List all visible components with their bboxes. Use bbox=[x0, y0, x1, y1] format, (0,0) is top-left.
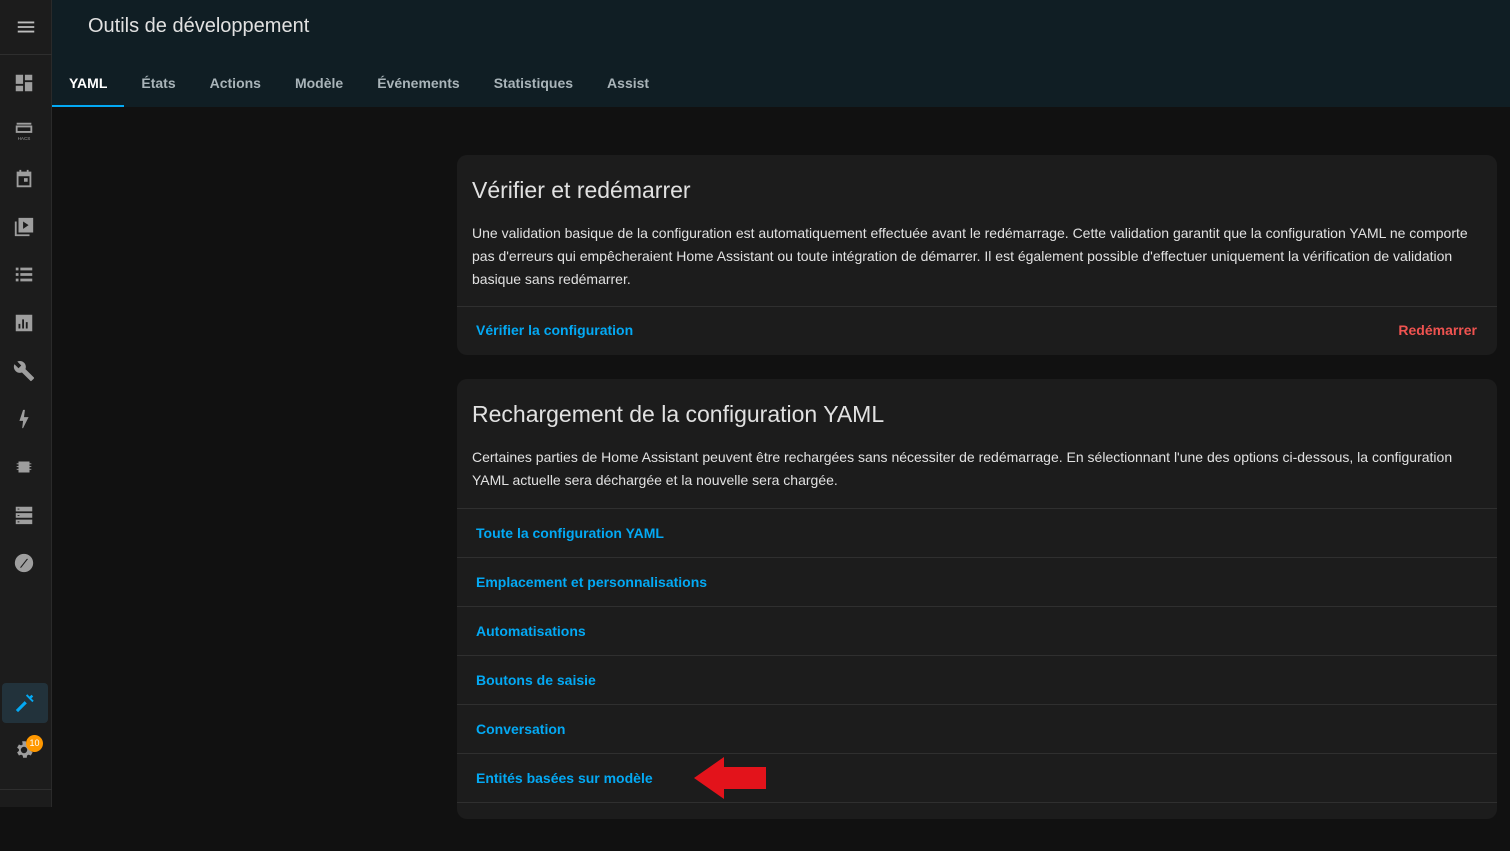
menu-button[interactable] bbox=[0, 0, 52, 55]
check-config-button[interactable]: Vérifier la configuration bbox=[476, 322, 633, 338]
sidebar: HACS 10 bbox=[0, 0, 52, 807]
tab-template[interactable]: Modèle bbox=[278, 58, 360, 107]
dashboard-icon bbox=[15, 74, 33, 92]
reload-link[interactable]: Entités basées sur modèle bbox=[476, 770, 653, 786]
reload-link[interactable]: Toute la configuration YAML bbox=[476, 525, 664, 541]
restart-button[interactable]: Redémarrer bbox=[1398, 322, 1477, 338]
media-icon bbox=[14, 217, 34, 237]
tab-bar: YAML États Actions Modèle Événements Sta… bbox=[52, 58, 666, 107]
sidebar-item-energy[interactable] bbox=[0, 399, 48, 439]
tab-actions[interactable]: Actions bbox=[193, 58, 278, 107]
reload-item-conversation[interactable]: Conversation bbox=[457, 704, 1497, 753]
reload-link[interactable]: Boutons de saisie bbox=[476, 672, 596, 688]
server-icon bbox=[15, 506, 33, 525]
card-bottom-divider bbox=[457, 802, 1497, 851]
hacs-icon: HACS bbox=[15, 122, 33, 141]
sidebar-item-esphome[interactable] bbox=[0, 447, 48, 487]
history-icon bbox=[15, 314, 33, 332]
sidebar-item-calendar[interactable] bbox=[0, 159, 48, 199]
notification-badge: 10 bbox=[26, 735, 43, 752]
reload-link[interactable]: Conversation bbox=[476, 721, 565, 737]
tab-events[interactable]: Événements bbox=[360, 58, 476, 107]
top-bar: Outils de développement YAML États Actio… bbox=[52, 0, 1510, 107]
tab-statistics[interactable]: Statistiques bbox=[477, 58, 590, 107]
red-arrow-annotation bbox=[694, 757, 766, 799]
svg-text:HACS: HACS bbox=[18, 136, 31, 141]
card-actions: Vérifier la configuration Redémarrer bbox=[457, 307, 1497, 355]
sidebar-item-zigbee[interactable] bbox=[0, 543, 48, 583]
reload-item-template-entities[interactable]: Entités basées sur modèle bbox=[457, 753, 1497, 802]
menu-icon bbox=[17, 21, 35, 33]
todo-list-icon bbox=[15, 267, 33, 282]
calendar-icon bbox=[16, 169, 32, 188]
card-description: Une validation basique de la configurati… bbox=[472, 225, 1468, 287]
card-title: Vérifier et redémarrer bbox=[472, 177, 691, 203]
reload-item-location[interactable]: Emplacement et personnalisations bbox=[457, 557, 1497, 606]
sidebar-item-overview[interactable] bbox=[0, 63, 48, 103]
sidebar-item-tools[interactable] bbox=[0, 351, 48, 391]
sidebar-divider bbox=[0, 789, 52, 790]
sidebar-item-history[interactable] bbox=[0, 303, 48, 343]
tab-states[interactable]: États bbox=[124, 58, 192, 107]
sidebar-item-media[interactable] bbox=[0, 207, 48, 247]
sidebar-item-server[interactable] bbox=[0, 495, 48, 535]
tab-yaml[interactable]: YAML bbox=[52, 58, 125, 107]
sidebar-item-todo[interactable] bbox=[0, 255, 48, 295]
tab-assist[interactable]: Assist bbox=[590, 58, 666, 107]
chip-icon bbox=[16, 461, 32, 473]
wrench-icon bbox=[13, 361, 35, 382]
sidebar-item-settings[interactable] bbox=[0, 730, 48, 770]
page-title: Outils de développement bbox=[88, 15, 310, 37]
reload-item-automations[interactable]: Automatisations bbox=[457, 606, 1497, 655]
check-restart-card: Vérifier et redémarrer Une validation ba… bbox=[457, 155, 1497, 355]
sidebar-item-hacs[interactable]: HACS bbox=[0, 111, 48, 151]
cancel-icon bbox=[14, 553, 34, 573]
card-title: Rechargement de la configuration YAML bbox=[472, 401, 885, 427]
reload-link[interactable]: Emplacement et personnalisations bbox=[476, 574, 707, 590]
yaml-reload-card: Rechargement de la configuration YAML Ce… bbox=[457, 379, 1497, 819]
sidebar-item-developer-tools[interactable] bbox=[2, 683, 48, 723]
reload-item-all-yaml[interactable]: Toute la configuration YAML bbox=[457, 508, 1497, 557]
reload-item-input-buttons[interactable]: Boutons de saisie bbox=[457, 655, 1497, 704]
reload-link[interactable]: Automatisations bbox=[476, 623, 586, 639]
lightning-icon bbox=[19, 409, 29, 429]
card-description: Certaines parties de Home Assistant peuv… bbox=[472, 449, 1453, 488]
hammer-icon bbox=[15, 694, 34, 713]
